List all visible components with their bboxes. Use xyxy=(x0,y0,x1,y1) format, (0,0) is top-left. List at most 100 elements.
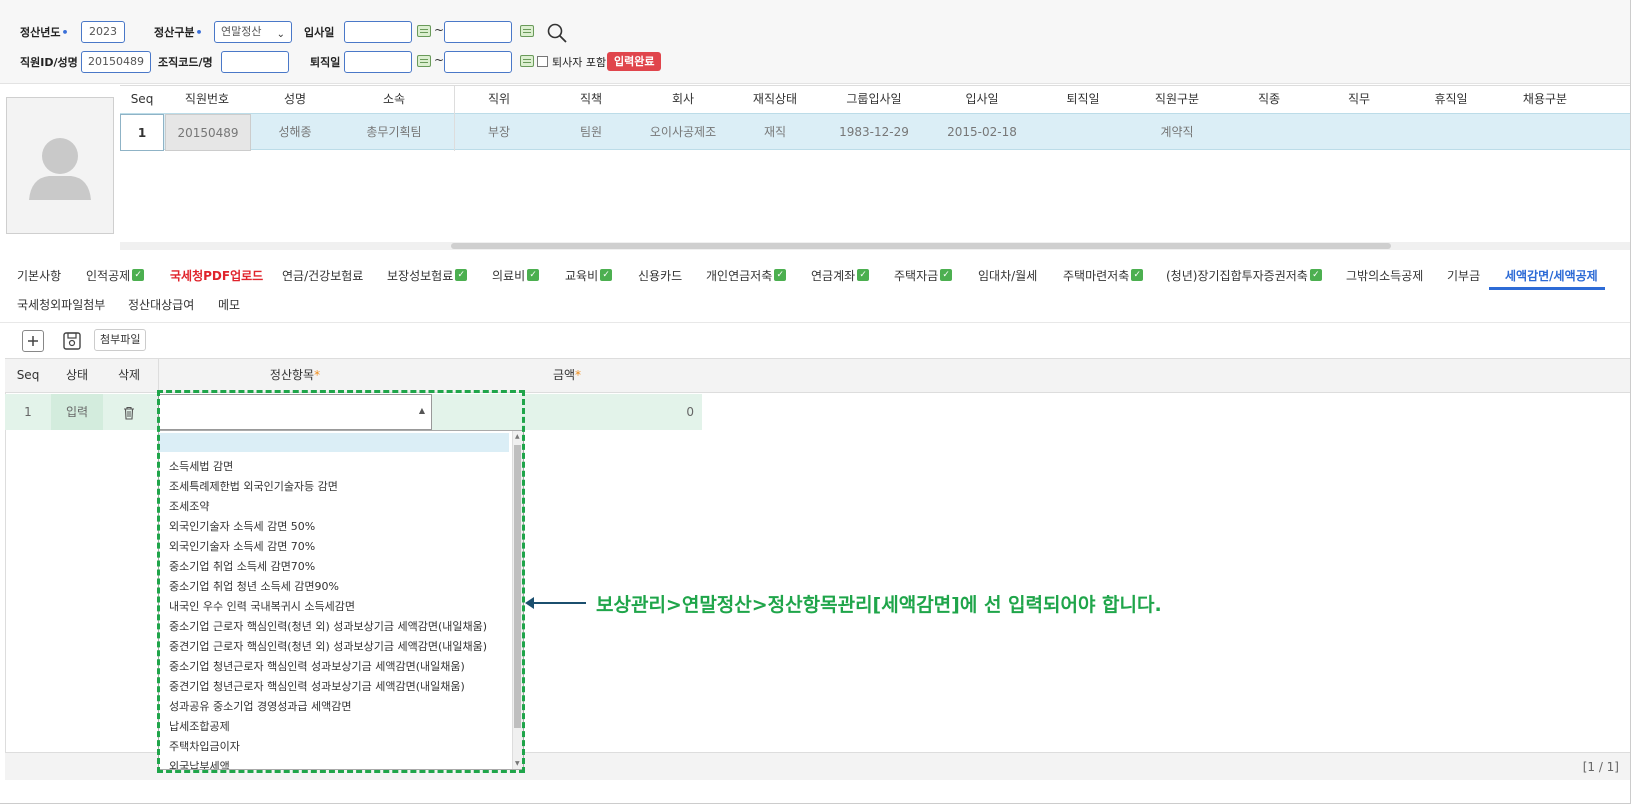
settle-type-label: 정산구분 xyxy=(154,24,203,40)
col-header: 직원번호 xyxy=(184,92,230,106)
include-retired-checkbox[interactable] xyxy=(537,56,548,67)
tab-basic[interactable]: 기본사항 xyxy=(17,266,61,284)
annotation-text: 보상관리>연말정산>정산항목관리[세액감면]에 선 입력되어야 합니다. xyxy=(596,594,1162,616)
tab-personal-deduction[interactable]: 인적공제 ✓ xyxy=(86,266,145,284)
hire-date-label: 입사일 xyxy=(304,26,335,39)
tab-label: 기부금 xyxy=(1447,268,1481,283)
pager: [1 / 1] xyxy=(1582,760,1619,774)
retire-date-label: 퇴직일 xyxy=(310,56,341,69)
tab-other-income-deduction[interactable]: 그밖의소득공제 xyxy=(1346,266,1423,284)
col-header: 퇴직일 xyxy=(1066,92,1100,106)
check-icon: ✓ xyxy=(940,269,953,281)
tab-label: 연금/건강보험료 xyxy=(282,268,364,283)
divider xyxy=(0,322,1631,323)
tab-nts-pdf-upload[interactable]: 국세청PDF업로드 xyxy=(170,266,263,284)
col-header: 재직상태 xyxy=(752,92,798,106)
row-hire: 2015-02-18 xyxy=(947,125,1017,139)
tab-label: 보장성보험료 xyxy=(387,268,454,283)
tab-label: 개인연금저축 xyxy=(706,268,773,283)
add-row-button[interactable] xyxy=(22,330,44,352)
col-header-delete: 삭제 xyxy=(117,368,141,382)
col-header: 채용구분 xyxy=(1522,92,1568,106)
retire-date-from-input[interactable] xyxy=(344,51,412,73)
check-icon: ✓ xyxy=(132,269,145,281)
tab-label: 인적공제 xyxy=(86,268,131,283)
row-position: 부장 xyxy=(487,125,511,139)
tab-label: 정산대상급여 xyxy=(128,297,195,312)
retire-date-to-input[interactable] xyxy=(444,51,512,73)
tab-donation[interactable]: 기부금 xyxy=(1447,266,1480,284)
check-icon: ✓ xyxy=(527,269,540,281)
tab-memo[interactable]: 메모 xyxy=(218,295,240,313)
employee-label: 직원ID/성명 xyxy=(20,56,78,69)
tab-external-file-attach[interactable]: 국세청외파일첨부 xyxy=(17,295,105,313)
calendar-icon[interactable] xyxy=(417,55,431,67)
calendar-icon[interactable] xyxy=(417,25,431,37)
tab-youth-investment[interactable]: (청년)장기집합투자증권저축 ✓ xyxy=(1166,266,1322,284)
row-dept: 총무기획팀 xyxy=(366,125,422,139)
col-header-seq: Seq xyxy=(16,368,40,382)
tab-label: 연금계좌 xyxy=(811,268,856,283)
tab-rent[interactable]: 임대차/월세 xyxy=(978,266,1037,284)
attach-file-button[interactable]: 첨부파일 xyxy=(94,329,147,351)
tab-label: 메모 xyxy=(218,297,241,312)
range-tilde: ~ xyxy=(434,23,445,37)
col-header: 직책 xyxy=(579,92,603,106)
tab-label: 주택자금 xyxy=(894,268,939,283)
trash-icon xyxy=(124,406,134,420)
calendar-icon[interactable] xyxy=(520,25,534,37)
tab-label: 의료비 xyxy=(492,268,526,283)
search-panel: 정산년도 2023 정산구분 연말정산 ⌄ 입사일 ~ 직원ID/성명 2015… xyxy=(0,0,1631,84)
highlight-box xyxy=(157,390,525,773)
tab-insurance[interactable]: 보장성보험료 ✓ xyxy=(387,266,468,284)
tab-pension-account[interactable]: 연금계좌 ✓ xyxy=(811,266,870,284)
col-header-item-text: 정산항목 xyxy=(269,368,315,382)
org-input[interactable] xyxy=(221,51,289,73)
col-header-item: 정산항목* xyxy=(269,368,321,382)
employee-grid: Seq 직원번호 성명 소속 직위 직책 회사 재직상태 그룹입사일 입사일 퇴… xyxy=(120,85,1631,250)
tab-label: 교육비 xyxy=(565,268,599,283)
hire-date-to-input[interactable] xyxy=(444,21,512,43)
settle-type-select[interactable]: 연말정산 ⌄ xyxy=(214,21,292,43)
row-status: 재직 xyxy=(763,125,787,139)
tab-credit-card[interactable]: 신용카드 xyxy=(638,266,682,284)
row-title: 팀원 xyxy=(579,125,603,139)
org-label: 조직코드/명 xyxy=(158,56,213,69)
col-header: 직위 xyxy=(487,92,511,106)
tab-label: (청년)장기집합투자증권저축 xyxy=(1166,268,1308,283)
tab-education[interactable]: 교육비 ✓ xyxy=(565,266,613,284)
tab-pension-health[interactable]: 연금/건강보험료 xyxy=(282,266,363,284)
col-header: 그룹입사일 xyxy=(846,92,902,106)
delete-row-button[interactable] xyxy=(103,394,155,430)
tab-tax-reduction-credit[interactable]: 세액감면/세액공제 xyxy=(1505,266,1598,284)
search-icon[interactable] xyxy=(546,22,568,44)
tab-settlement-salary[interactable]: 정산대상급여 xyxy=(128,295,194,313)
tab-label: 신용카드 xyxy=(638,268,683,283)
chevron-down-icon: ⌄ xyxy=(276,29,285,40)
hire-date-from-input[interactable] xyxy=(344,21,412,43)
check-icon: ✓ xyxy=(774,269,787,281)
col-header: 직무 xyxy=(1347,92,1371,106)
row-emp-type: 계약직 xyxy=(1160,125,1194,139)
save-button[interactable] xyxy=(61,330,83,352)
horizontal-scrollbar[interactable] xyxy=(451,243,1391,249)
employee-input[interactable]: 20150489 xyxy=(81,51,151,73)
col-header-state: 상태 xyxy=(65,368,89,382)
tab-housing-savings[interactable]: 주택마련저축 ✓ xyxy=(1063,266,1144,284)
floppy-disk-icon xyxy=(63,332,81,350)
col-header: Seq xyxy=(130,92,154,106)
row-name: 성해종 xyxy=(278,125,312,139)
year-input[interactable]: 2023 xyxy=(81,21,125,43)
check-icon: ✓ xyxy=(1131,269,1144,281)
annotation-arrow xyxy=(530,602,586,604)
tab-personal-pension[interactable]: 개인연금저축 ✓ xyxy=(706,266,787,284)
tab-label: 그밖의소득공제 xyxy=(1346,268,1424,283)
calendar-icon[interactable] xyxy=(520,55,534,67)
check-icon: ✓ xyxy=(455,269,468,281)
tab-medical[interactable]: 의료비 ✓ xyxy=(492,266,540,284)
row-seq: 1 xyxy=(24,405,32,419)
settle-type-value: 연말정산 xyxy=(221,25,262,38)
col-header-amount-text: 금액 xyxy=(552,368,576,382)
col-header: 회사 xyxy=(671,92,695,106)
tab-housing-fund[interactable]: 주택자금 ✓ xyxy=(894,266,953,284)
